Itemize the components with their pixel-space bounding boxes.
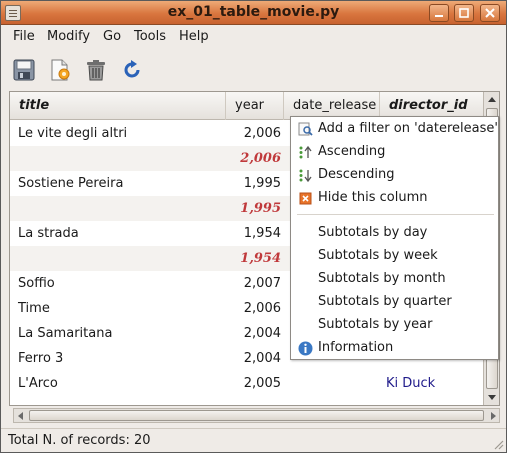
- menu-item-label: Information: [318, 340, 394, 355]
- sort-descending-icon: [299, 169, 312, 183]
- cell-year: 1,954: [243, 226, 281, 241]
- menu-item-add-filter[interactable]: Add a filter on 'daterelease': [291, 118, 498, 141]
- menu-item-hide-column[interactable]: Hide this column: [291, 187, 498, 210]
- cell-title: Time: [18, 301, 50, 316]
- cell-title: Le vite degli altri: [18, 126, 128, 141]
- menu-item-label: Hide this column: [318, 190, 428, 205]
- menu-item-label: Subtotals by year: [318, 317, 433, 332]
- scroll-down-arrow-icon[interactable]: [484, 389, 500, 405]
- scroll-up-arrow-icon[interactable]: [484, 92, 500, 108]
- menu-help[interactable]: Help: [179, 29, 209, 44]
- cell-year: 2,007: [243, 276, 281, 291]
- menu-item-subtotals-week[interactable]: Subtotals by week: [291, 245, 498, 268]
- status-bar: Total N. of records: 20: [1, 428, 506, 452]
- menu-item-ascending[interactable]: Ascending: [291, 141, 498, 164]
- menu-item-label: Add a filter on 'daterelease': [318, 121, 498, 136]
- menu-item-label: Subtotals by quarter: [318, 294, 452, 309]
- menu-bar: File Modify Go Tools Help: [1, 25, 506, 48]
- cell-year: 2,006: [243, 126, 281, 141]
- delete-button[interactable]: [81, 55, 111, 85]
- menu-tools[interactable]: Tools: [134, 29, 166, 44]
- cell-title: La Samaritana: [18, 326, 113, 341]
- information-icon: [298, 341, 313, 356]
- menu-item-label: Subtotals by week: [318, 248, 438, 263]
- menu-item-label: Descending: [318, 167, 395, 182]
- column-header-year[interactable]: year: [226, 92, 284, 120]
- cell-title: Soffio: [18, 276, 55, 291]
- application-window: ex_01_table_movie.py File Modify Go Tool…: [0, 0, 507, 453]
- horizontal-scrollbar[interactable]: [13, 408, 500, 423]
- minimize-button[interactable]: [429, 4, 449, 22]
- menu-go[interactable]: Go: [103, 29, 121, 44]
- refresh-icon: [124, 60, 140, 78]
- menu-item-information[interactable]: Information: [291, 337, 498, 360]
- scroll-left-arrow-icon[interactable]: [16, 411, 26, 421]
- cell-director-link[interactable]: Ki Duck: [386, 371, 481, 396]
- cell-year: 2,005: [243, 376, 281, 391]
- scroll-right-arrow-icon[interactable]: [488, 411, 498, 421]
- cell-year: 2,004: [243, 351, 281, 366]
- menu-file[interactable]: File: [13, 29, 35, 44]
- menu-item-subtotals-quarter[interactable]: Subtotals by quarter: [291, 291, 498, 314]
- menu-item-descending[interactable]: Descending: [291, 164, 498, 187]
- menu-separator: [297, 214, 494, 215]
- menu-item-label: Subtotals by day: [318, 225, 428, 240]
- resize-grip-icon[interactable]: [492, 438, 504, 450]
- cell-year: 1,995: [243, 176, 281, 191]
- cell-year-subtotal: 1,995: [240, 201, 281, 216]
- cell-year-subtotal: 2,006: [240, 151, 281, 166]
- toolbar: [1, 50, 506, 88]
- title-bar[interactable]: ex_01_table_movie.py: [1, 1, 506, 25]
- close-button[interactable]: [480, 4, 500, 22]
- cell-title: L'Arco: [18, 376, 58, 391]
- column-header-title[interactable]: title: [10, 92, 226, 120]
- menu-item-subtotals-month[interactable]: Subtotals by month: [291, 268, 498, 291]
- cell-year-subtotal: 1,954: [240, 251, 281, 266]
- cell-year: 2,006: [243, 301, 281, 316]
- cell-year: 2,004: [243, 326, 281, 341]
- save-icon: [13, 59, 35, 81]
- save-button[interactable]: [9, 55, 39, 85]
- cell-title: Ferro 3: [18, 351, 64, 366]
- menu-modify[interactable]: Modify: [47, 29, 90, 44]
- menu-item-subtotals-year[interactable]: Subtotals by year: [291, 314, 498, 337]
- table-row[interactable]: L'Arco 2,005 Ki Duck: [10, 371, 483, 396]
- new-record-button[interactable]: [45, 55, 75, 85]
- menu-item-label: Subtotals by month: [318, 271, 446, 286]
- hide-column-icon: [299, 192, 312, 205]
- new-record-icon: [51, 59, 70, 81]
- column-context-menu: Add a filter on 'daterelease' Ascending …: [290, 116, 499, 360]
- filter-icon: [298, 122, 313, 136]
- record-count: Total N. of records: 20: [8, 433, 151, 448]
- maximize-button[interactable]: [454, 4, 474, 22]
- cell-title: La strada: [18, 226, 79, 241]
- refresh-button[interactable]: [117, 55, 147, 85]
- menu-item-label: Ascending: [318, 144, 386, 159]
- delete-icon: [87, 60, 105, 81]
- menu-item-subtotals-day[interactable]: Subtotals by day: [291, 222, 498, 245]
- cell-title: Sostiene Pereira: [18, 176, 124, 191]
- sort-ascending-icon: [299, 145, 312, 159]
- horizontal-scroll-thumb[interactable]: [29, 410, 484, 421]
